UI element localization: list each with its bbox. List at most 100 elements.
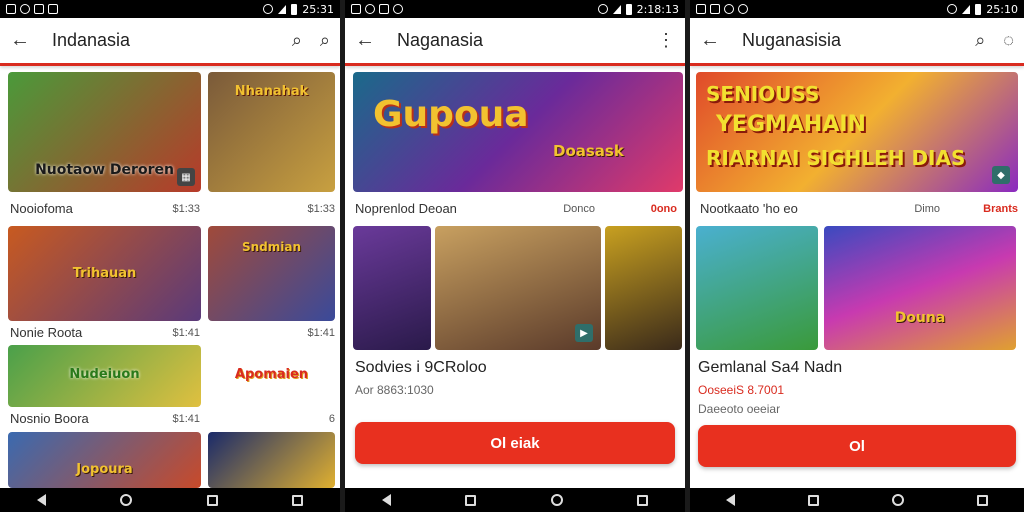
- status-time: 25:31: [302, 2, 334, 16]
- battery-icon: [291, 3, 298, 15]
- nav-back-icon[interactable]: [726, 494, 736, 506]
- app-bar: ← Naganasia ⋮: [345, 18, 685, 66]
- tile-meta: $1:33: [307, 203, 335, 215]
- game-tile[interactable]: Nuotaow Deroren ▦: [8, 72, 201, 192]
- status-time: 2:18:13: [636, 2, 679, 16]
- tile-caption: Nosnio Boora: [10, 411, 89, 426]
- notification-icon: [710, 4, 720, 14]
- tile-meta: $1:33: [172, 203, 200, 215]
- search-icon[interactable]: ⌕: [975, 30, 985, 51]
- nav-back-icon[interactable]: [37, 494, 47, 506]
- tile-title: Jopoura: [76, 462, 133, 477]
- thumbnail[interactable]: Douna: [824, 226, 1016, 350]
- nav-home-icon[interactable]: [891, 494, 904, 506]
- nav-home-icon[interactable]: [550, 494, 563, 506]
- game-tile[interactable]: Jopoura: [8, 432, 201, 488]
- search-icon[interactable]: ⌕: [292, 30, 302, 51]
- detail-subtitle: Aor 8863:1030: [355, 383, 434, 397]
- tile-badge-icon: ◆: [992, 166, 1010, 184]
- app-bar: ← Nuganasisia ⌕ ◌: [690, 18, 1024, 66]
- nav-home-icon[interactable]: [120, 494, 133, 506]
- alarm-icon: [597, 4, 608, 14]
- hero-banner[interactable]: Gupoua Doasask: [353, 72, 683, 192]
- tile-badge-icon: ▦: [177, 168, 195, 186]
- tile-title: Douna: [894, 310, 946, 326]
- hero-title: Gupoua: [373, 94, 529, 135]
- game-tile[interactable]: [208, 432, 335, 488]
- tile-title: Sndmian: [241, 240, 302, 254]
- more-vert-icon[interactable]: ⋮: [657, 30, 675, 51]
- battery-icon: [625, 3, 632, 15]
- game-tile[interactable]: Sndmian: [208, 226, 335, 321]
- signal-icon: [612, 4, 621, 14]
- signal-icon: [278, 4, 287, 14]
- primary-cta-button[interactable]: Ol eiak: [355, 422, 675, 464]
- notification-icon: [351, 4, 361, 14]
- thumbnail[interactable]: [353, 226, 431, 350]
- tile-title: Nudeiuon: [69, 367, 140, 382]
- primary-cta-button[interactable]: Ol: [698, 425, 1016, 467]
- back-arrow-icon[interactable]: ←: [10, 29, 40, 52]
- nav-recent-icon[interactable]: [465, 494, 477, 506]
- thumbnail[interactable]: [605, 226, 682, 350]
- notification-icon: [379, 4, 389, 14]
- signal-icon: [962, 4, 971, 14]
- hero-line: SENIOUSS: [706, 82, 820, 106]
- tile-title: Trihauan: [72, 266, 137, 281]
- chat-icon[interactable]: ◌: [1003, 30, 1014, 51]
- detail-subtitle: Daeeoto oeeiar: [698, 402, 781, 416]
- phone-screen-1: 25:31 ← Indanasia ⌕ ⌕ Nuotaow Deroren ▦ …: [0, 0, 340, 512]
- notification-icon: [20, 4, 30, 14]
- tile-title: Apomaien: [234, 367, 309, 382]
- banner-meta: Donco: [563, 203, 595, 215]
- notification-icon: [48, 4, 58, 14]
- thumbnail[interactable]: [696, 226, 818, 350]
- nav-back-icon[interactable]: [382, 494, 392, 506]
- tile-meta: $1:41: [172, 413, 200, 425]
- screens-row: 25:31 ← Indanasia ⌕ ⌕ Nuotaow Deroren ▦ …: [0, 0, 1024, 512]
- detail-title: Gemlanal Sa4 Nadn: [698, 359, 843, 376]
- nav-recent-icon[interactable]: [291, 494, 303, 506]
- game-tile[interactable]: Apomaien: [208, 345, 335, 407]
- back-arrow-icon[interactable]: ←: [700, 29, 730, 52]
- nav-bar: [345, 488, 685, 512]
- game-tile[interactable]: Nhanahak: [208, 72, 335, 192]
- notification-icon: [34, 4, 44, 14]
- notification-icon: [393, 4, 403, 14]
- search-icon[interactable]: ⌕: [320, 30, 330, 51]
- nav-recent-icon[interactable]: [976, 494, 988, 506]
- hero-subtitle: Doasask: [553, 142, 624, 160]
- nav-recent-icon[interactable]: [808, 494, 820, 506]
- phone-screen-2: 2:18:13 ← Naganasia ⋮ Gupoua Doasask Nop…: [345, 0, 685, 512]
- phone-screen-3: 25:10 ← Nuganasisia ⌕ ◌ SENIOUSS YEGMAHA…: [690, 0, 1024, 512]
- game-tile[interactable]: Nudeiuon: [8, 345, 201, 407]
- banner-badge: 0ono: [650, 203, 677, 215]
- banner-caption: Noprenlod Deoan: [355, 201, 457, 216]
- banner-badge: Brants: [983, 203, 1018, 215]
- back-arrow-icon[interactable]: ←: [355, 29, 385, 52]
- status-bar: 25:10: [690, 0, 1024, 18]
- game-tile[interactable]: Trihauan: [8, 226, 201, 321]
- notification-icon: [696, 4, 706, 14]
- hero-line: YEGMAHAIN: [716, 112, 866, 137]
- nav-bar: [0, 488, 340, 512]
- hero-line: RIARNAI SIGHLEH DIAS: [706, 146, 966, 170]
- nav-recent-icon[interactable]: [636, 494, 648, 506]
- notification-icon: [6, 4, 16, 14]
- tile-meta: $1:41: [307, 327, 335, 339]
- nav-recent-icon[interactable]: [206, 494, 218, 506]
- thumbnail[interactable]: ▶: [435, 226, 601, 350]
- status-bar: 2:18:13: [345, 0, 685, 18]
- banner-caption: Nootkaato 'ho eo: [700, 201, 798, 216]
- app-bar: ← Indanasia ⌕ ⌕: [0, 18, 340, 66]
- alarm-icon: [263, 4, 274, 14]
- hero-banner[interactable]: SENIOUSS YEGMAHAIN RIARNAI SIGHLEH DIAS …: [696, 72, 1018, 192]
- app-title: Naganasia: [397, 30, 484, 50]
- tile-meta: $1:41: [172, 327, 200, 339]
- alarm-icon: [947, 4, 958, 14]
- tile-title: Nhanahak: [234, 84, 309, 99]
- detail-title: Sodvies i 9CRoloo: [355, 359, 487, 376]
- notification-icon: [738, 4, 748, 14]
- notification-icon: [365, 4, 375, 14]
- tile-title: Nuotaow Deroren: [35, 162, 174, 178]
